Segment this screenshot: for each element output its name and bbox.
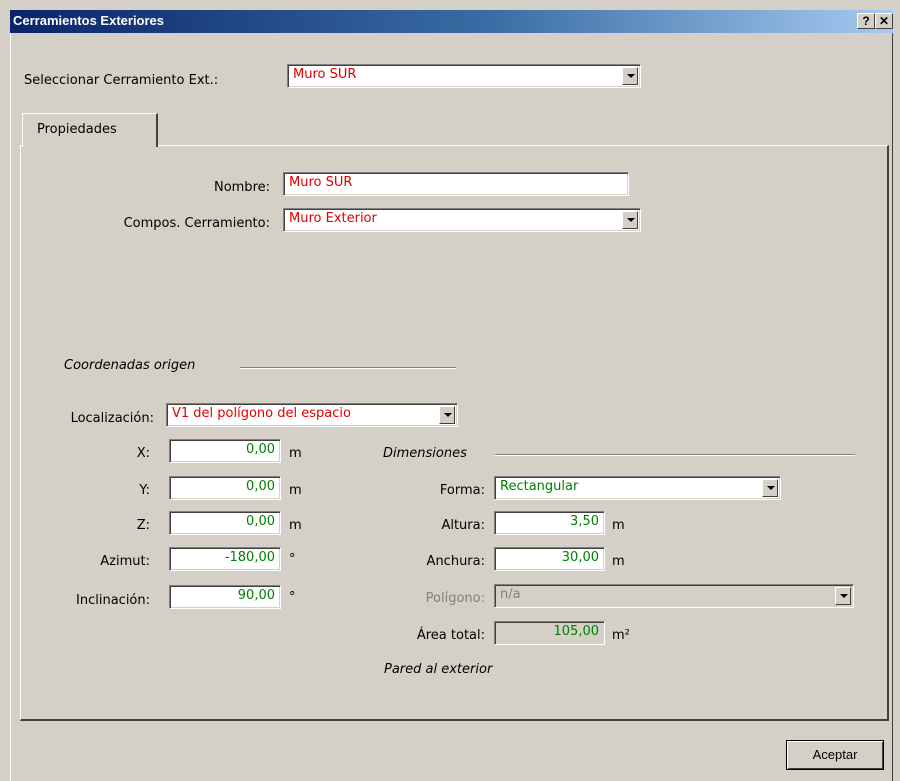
azimut-label: Azimut: <box>100 554 150 569</box>
z-input[interactable]: 0,00 <box>169 511 281 535</box>
y-unit: m <box>289 483 302 498</box>
localizacion-select[interactable]: V1 del polígono del espacio <box>166 403 458 427</box>
aceptar-button[interactable]: Aceptar <box>786 740 884 770</box>
pared-exterior-note: Pared al exterior <box>384 662 493 677</box>
tab-propiedades[interactable]: Propiedades <box>22 113 158 147</box>
help-button[interactable]: ? <box>857 13 875 29</box>
inclinacion-input[interactable]: 90,00 <box>169 585 281 609</box>
dimensiones-divider <box>495 454 855 456</box>
cerramiento-select-value: Muro SUR <box>293 67 357 82</box>
close-button[interactable]: ✕ <box>875 13 893 29</box>
composicion-select[interactable]: Muro Exterior <box>283 208 641 232</box>
forma-select[interactable]: Rectangular <box>494 476 781 500</box>
composicion-label: Compos. Cerramiento: <box>123 216 270 231</box>
window-title: Cerramientos Exteriores <box>13 13 165 28</box>
area-label: Área total: <box>416 628 485 643</box>
z-unit: m <box>289 518 302 533</box>
chevron-down-icon <box>835 587 851 605</box>
inclinacion-unit: ° <box>289 590 296 605</box>
area-output: 105,00 <box>494 621 605 645</box>
y-input[interactable]: 0,00 <box>169 476 281 500</box>
cerramiento-select[interactable]: Muro SUR <box>287 64 641 88</box>
area-unit: m² <box>612 628 630 643</box>
poligono-select: n/a <box>494 584 854 608</box>
chevron-down-icon[interactable] <box>762 479 778 497</box>
localizacion-select-value: V1 del polígono del espacio <box>172 406 351 421</box>
z-label: Z: <box>136 518 150 533</box>
poligono-label: Polígono: <box>425 591 485 606</box>
anchura-label: Anchura: <box>426 554 485 569</box>
nombre-input[interactable]: Muro SUR <box>283 172 629 196</box>
x-input[interactable]: 0,00 <box>169 439 281 463</box>
coordenadas-section-label: Coordenadas origen <box>64 358 196 373</box>
coordenadas-divider <box>240 367 456 369</box>
anchura-input[interactable]: 30,00 <box>494 547 605 571</box>
x-label: X: <box>136 446 150 461</box>
chevron-down-icon[interactable] <box>622 211 638 229</box>
poligono-select-value: n/a <box>500 587 521 602</box>
tab-label: Propiedades <box>37 122 117 137</box>
localizacion-label: Localización: <box>70 411 154 426</box>
altura-input[interactable]: 3,50 <box>494 511 605 535</box>
forma-select-value: Rectangular <box>500 479 579 494</box>
chevron-down-icon[interactable] <box>439 406 455 424</box>
selector-label: Seleccionar Cerramiento Ext.: <box>24 73 219 88</box>
anchura-unit: m <box>612 554 625 569</box>
dimensiones-section-label: Dimensiones <box>383 446 467 461</box>
forma-label: Forma: <box>439 483 485 498</box>
y-label: Y: <box>139 483 150 498</box>
chevron-down-icon[interactable] <box>622 67 638 85</box>
composicion-select-value: Muro Exterior <box>289 211 377 226</box>
nombre-label: Nombre: <box>213 180 270 195</box>
inclinacion-label: Inclinación: <box>76 593 150 608</box>
x-unit: m <box>289 446 302 461</box>
altura-label: Altura: <box>441 518 485 533</box>
azimut-unit: ° <box>289 552 296 567</box>
altura-unit: m <box>612 518 625 533</box>
azimut-input[interactable]: -180,00 <box>169 547 281 571</box>
title-bar: Cerramientos Exteriores ? ✕ <box>10 10 893 33</box>
